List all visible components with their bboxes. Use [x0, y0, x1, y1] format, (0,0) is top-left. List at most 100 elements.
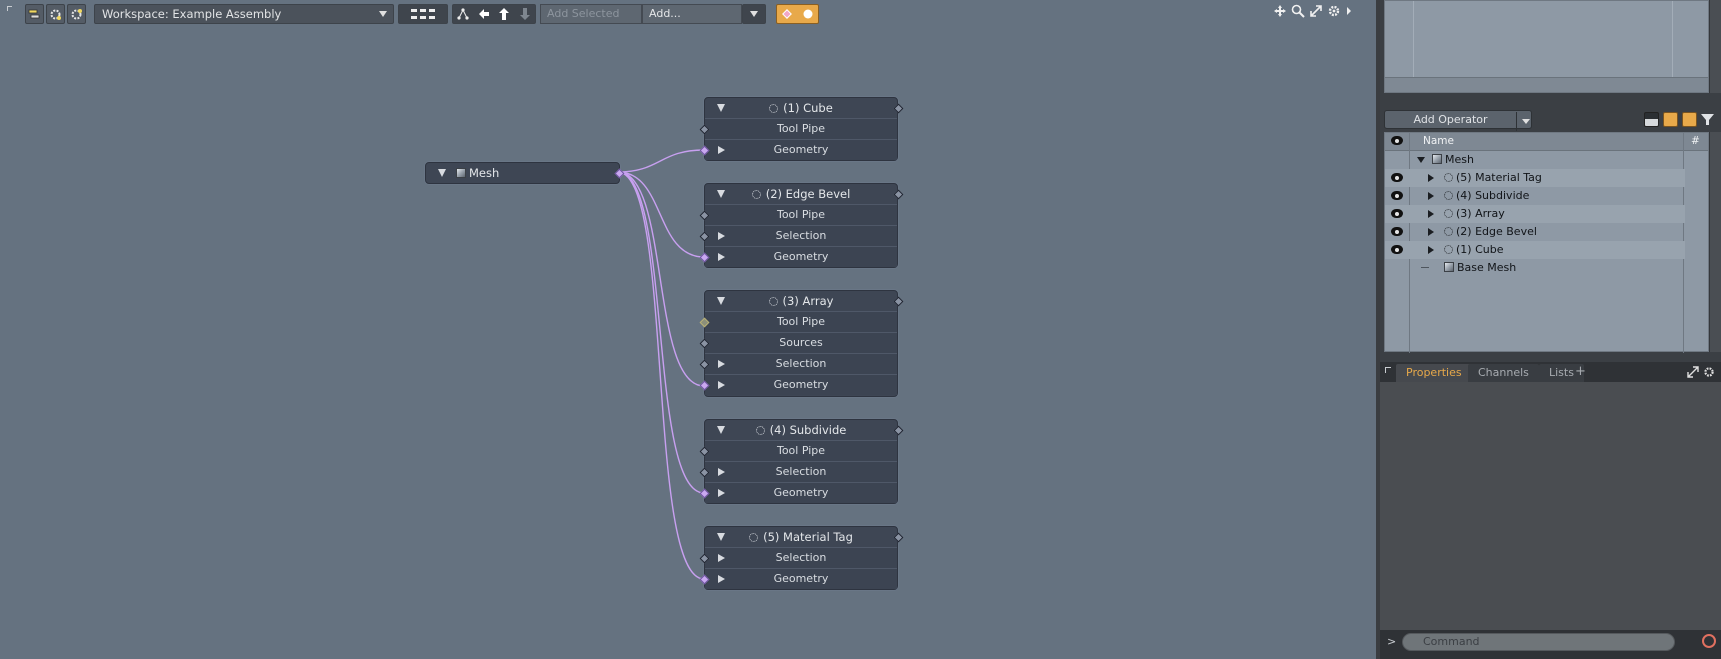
chevron-down-icon[interactable]	[1516, 112, 1535, 131]
tab-properties[interactable]: Properties	[1396, 364, 1472, 382]
expand-triangle-icon[interactable]	[718, 232, 725, 240]
expand-triangle-icon[interactable]	[1428, 246, 1434, 254]
add-operator-button[interactable]: Add Operator	[1384, 110, 1535, 131]
viewport-controls	[1273, 3, 1358, 19]
expand-triangle-icon[interactable]	[1428, 210, 1434, 218]
item-label: (4) Subdivide	[1456, 189, 1530, 202]
input-selection: Selection	[705, 353, 897, 374]
add-node-field[interactable]: Add...	[642, 4, 742, 24]
diamond-port-icon[interactable]	[781, 8, 793, 20]
add-operator-gear-icon[interactable]	[46, 4, 65, 24]
wire-to-edge-bevel	[617, 171, 705, 258]
node-title: (5) Material Tag	[763, 530, 853, 544]
mesh-source-node[interactable]: Mesh	[425, 162, 625, 184]
expand-triangle-icon[interactable]	[718, 468, 725, 476]
collapse-view-icon[interactable]	[1644, 112, 1659, 127]
arrow-left-icon[interactable]	[477, 7, 491, 21]
operator-node-material-tag[interactable]: (5) Material Tag Selection Geometry	[699, 526, 904, 590]
visibility-eye-icon[interactable]	[1391, 173, 1403, 182]
operator-node-cube[interactable]: (1) Cube Tool Pipe Geometry	[699, 97, 904, 161]
name-column-header[interactable]: Name	[1423, 135, 1454, 147]
command-prompt: >	[1387, 635, 1397, 648]
input-geometry: Geometry	[705, 246, 897, 267]
list-view-icon[interactable]	[1682, 112, 1697, 127]
expand-triangle-icon[interactable]	[718, 489, 725, 497]
list-item[interactable]: Base Mesh	[1385, 259, 1685, 277]
list-item[interactable]: (5) Material Tag	[1385, 169, 1685, 187]
node-title: (3) Array	[782, 294, 834, 308]
expand-triangle-icon[interactable]	[718, 360, 725, 368]
grid-layout-icon	[411, 9, 435, 19]
gear-settings-icon[interactable]	[67, 4, 86, 24]
wire-to-array	[617, 171, 705, 387]
wire-to-material-tag	[617, 171, 705, 580]
visibility-eye-icon[interactable]	[1391, 191, 1403, 200]
arrow-down-icon[interactable]	[518, 7, 532, 21]
gear-icon[interactable]	[1703, 366, 1715, 378]
expand-triangle-icon[interactable]	[718, 146, 725, 154]
viewport-menu-icon[interactable]	[7, 6, 12, 11]
schematic-viewport[interactable]: Workspace: Example Assembly Add Selected…	[0, 0, 1376, 659]
item-label: Base Mesh	[1457, 261, 1517, 274]
expand-triangle-icon[interactable]	[718, 554, 725, 562]
input-geometry: Geometry	[705, 568, 897, 589]
mesh-ops-toolbar: Add Operator	[1384, 109, 1721, 131]
count-column-header[interactable]: #	[1691, 135, 1700, 147]
expand-triangle-icon[interactable]	[1428, 228, 1434, 236]
record-macro-icon[interactable]	[1702, 634, 1716, 648]
gear-icon	[755, 426, 765, 435]
gear-icon[interactable]	[1327, 4, 1341, 18]
grid-view-icon[interactable]	[1663, 112, 1678, 127]
wire-to-subdivide	[617, 171, 705, 494]
zoom-magnifier-icon[interactable]	[1291, 4, 1305, 18]
mesh-cube-icon	[1432, 154, 1442, 164]
node-list-button[interactable]	[25, 4, 44, 24]
panel-menu-icon[interactable]	[1385, 367, 1391, 373]
visibility-eye-icon[interactable]	[1391, 136, 1403, 145]
layout-grid-button[interactable]	[398, 4, 448, 24]
auto-layout-icon[interactable]	[456, 7, 470, 21]
add-selected-field[interactable]: Add Selected	[540, 4, 642, 24]
tab-channels[interactable]: Channels	[1468, 364, 1539, 382]
arrow-up-icon[interactable]	[497, 7, 511, 21]
item-label: (5) Material Tag	[1456, 171, 1542, 184]
list-item[interactable]: (1) Cube	[1385, 241, 1685, 259]
input-geometry: Geometry	[705, 482, 897, 503]
pan-move-icon[interactable]	[1273, 4, 1287, 18]
visibility-eye-icon[interactable]	[1391, 227, 1403, 236]
list-item[interactable]: (4) Subdivide	[1385, 187, 1685, 205]
command-input[interactable]: Command	[1402, 633, 1675, 651]
list-item[interactable]: Mesh	[1385, 151, 1685, 169]
maximize-icon[interactable]	[1687, 366, 1699, 378]
gear-icon	[1444, 245, 1453, 254]
workspace-select[interactable]: Workspace: Example Assembly	[94, 4, 394, 24]
chevron-right-icon[interactable]	[1345, 4, 1353, 18]
expand-triangle-icon[interactable]	[1428, 192, 1434, 200]
expand-triangle-icon[interactable]	[718, 381, 725, 389]
gear-icon	[751, 190, 761, 199]
expand-triangle-icon[interactable]	[1428, 174, 1434, 182]
item-label: (3) Array	[1456, 207, 1505, 220]
fit-expand-icon[interactable]	[1309, 4, 1323, 18]
expand-triangle-icon[interactable]	[718, 575, 725, 583]
list-item[interactable]: (2) Edge Bevel	[1385, 223, 1685, 241]
expand-triangle-icon[interactable]	[718, 253, 725, 261]
visibility-eye-icon[interactable]	[1391, 245, 1403, 254]
list-scrollbar[interactable]	[1709, 132, 1721, 352]
operator-node-subdivide[interactable]: (4) Subdivide Tool Pipe Selection Geomet…	[699, 419, 904, 504]
input-tool-pipe: Tool Pipe	[705, 204, 897, 225]
visibility-eye-icon[interactable]	[1391, 209, 1403, 218]
filter-funnel-icon[interactable]	[1700, 112, 1715, 127]
collapse-triangle-icon[interactable]	[438, 169, 446, 177]
circle-port-icon[interactable]	[802, 8, 814, 20]
list-item[interactable]: (3) Array	[1385, 205, 1685, 223]
vertical-scrollbar[interactable]	[1709, 0, 1721, 93]
operator-node-edge-bevel[interactable]: (2) Edge Bevel Tool Pipe Selection Geome…	[699, 183, 904, 268]
input-selection: Selection	[705, 547, 897, 568]
add-node-dropdown[interactable]	[742, 4, 766, 24]
collapse-triangle-icon[interactable]	[1417, 157, 1425, 163]
horizontal-scrollbar[interactable]	[1385, 77, 1708, 92]
add-tab-button[interactable]: +	[1575, 364, 1586, 379]
operator-node-array[interactable]: (3) Array Tool Pipe Sources Selection Ge…	[699, 290, 904, 397]
list-header: Name #	[1385, 133, 1708, 151]
